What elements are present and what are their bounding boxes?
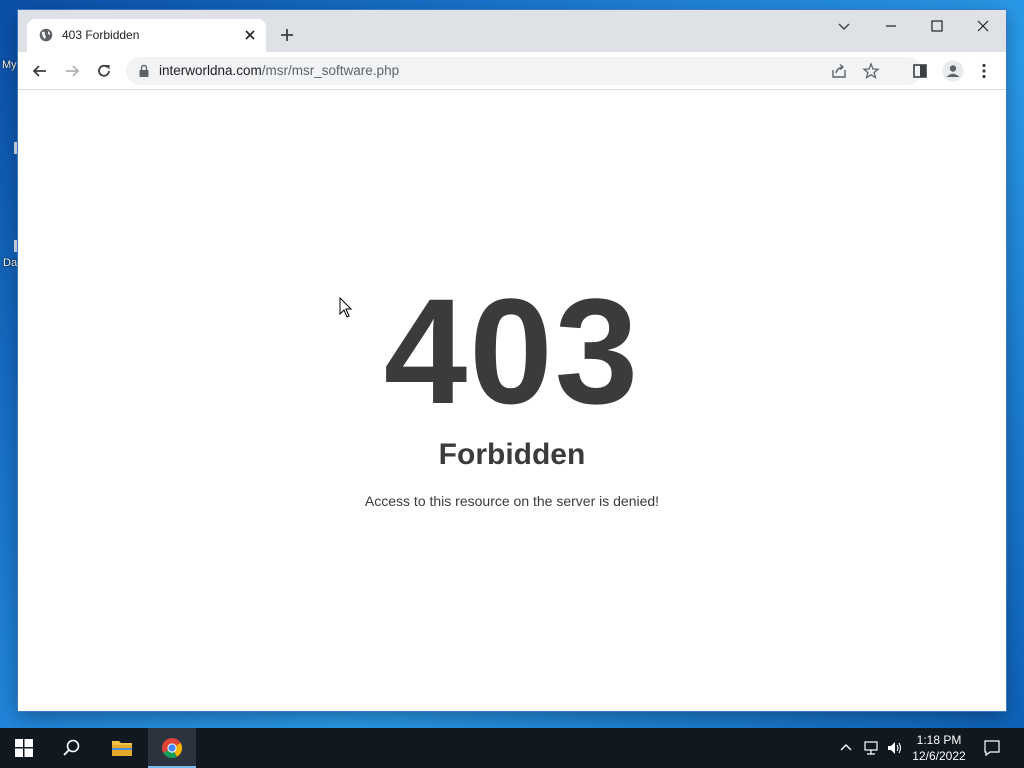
mouse-cursor-icon	[339, 297, 353, 318]
address-bar[interactable]: interworldna.com/msr/msr_software.php	[126, 57, 922, 85]
system-clock[interactable]: 1:18 PM 12/6/2022	[904, 732, 974, 764]
search-icon	[63, 739, 80, 756]
windows-logo-icon	[15, 739, 33, 757]
volume-icon[interactable]	[886, 740, 902, 756]
tab-active[interactable]: 403 Forbidden	[27, 19, 266, 52]
url-domain: interworldna.com	[159, 63, 262, 78]
tab-search-icon[interactable]	[836, 18, 852, 34]
browser-window: 403 Forbidden interworldna.com/msr/msr_s…	[18, 10, 1006, 711]
side-panel-icon[interactable]	[911, 62, 929, 80]
clock-time: 1:18 PM	[916, 733, 962, 747]
chevron-up-icon[interactable]	[838, 740, 854, 756]
desktop-icon-fragment[interactable]	[14, 142, 17, 154]
lock-icon[interactable]	[138, 64, 150, 78]
search-button[interactable]	[48, 728, 96, 768]
minimize-icon[interactable]	[883, 18, 899, 34]
network-icon[interactable]	[863, 740, 879, 756]
taskbar: 1:18 PM 12/6/2022	[0, 728, 1024, 768]
error-code: 403	[383, 267, 641, 435]
maximize-icon[interactable]	[929, 18, 945, 34]
bookmark-star-icon[interactable]	[862, 62, 880, 80]
desktop-icon-label-2[interactable]: Da	[3, 257, 17, 269]
menu-kebab-icon[interactable]	[975, 62, 993, 80]
reload-icon[interactable]	[95, 62, 113, 80]
chrome-icon	[162, 738, 183, 759]
notification-icon[interactable]	[983, 739, 1001, 757]
clock-date: 12/6/2022	[912, 749, 966, 763]
close-window-icon[interactable]	[975, 18, 991, 34]
back-arrow-icon[interactable]	[31, 62, 49, 80]
desktop-icon-fragment[interactable]	[14, 240, 17, 252]
url-path: /msr/msr_software.php	[261, 63, 400, 78]
file-explorer-button[interactable]	[98, 728, 146, 768]
globe-icon	[39, 28, 53, 42]
folder-icon	[112, 741, 132, 756]
chrome-taskbar-button[interactable]	[148, 728, 196, 768]
tab-title: 403 Forbidden	[62, 28, 140, 42]
share-icon[interactable]	[830, 62, 848, 80]
close-tab-icon[interactable]	[242, 27, 258, 43]
desktop-icon-label-1[interactable]: My	[2, 59, 17, 71]
browser-toolbar: interworldna.com/msr/msr_software.php	[18, 52, 1006, 90]
tab-strip: 403 Forbidden	[18, 10, 1006, 52]
profile-avatar-icon[interactable]	[942, 60, 964, 82]
new-tab-icon[interactable]	[279, 27, 295, 43]
start-button[interactable]	[0, 728, 48, 768]
forward-arrow-icon[interactable]	[63, 62, 81, 80]
error-message: Access to this resource on the server is…	[364, 493, 660, 509]
url-text[interactable]: interworldna.com/msr/msr_software.php	[159, 63, 399, 78]
error-title: Forbidden	[438, 438, 586, 471]
page-content: 403 Forbidden Access to this resource on…	[18, 90, 1006, 711]
